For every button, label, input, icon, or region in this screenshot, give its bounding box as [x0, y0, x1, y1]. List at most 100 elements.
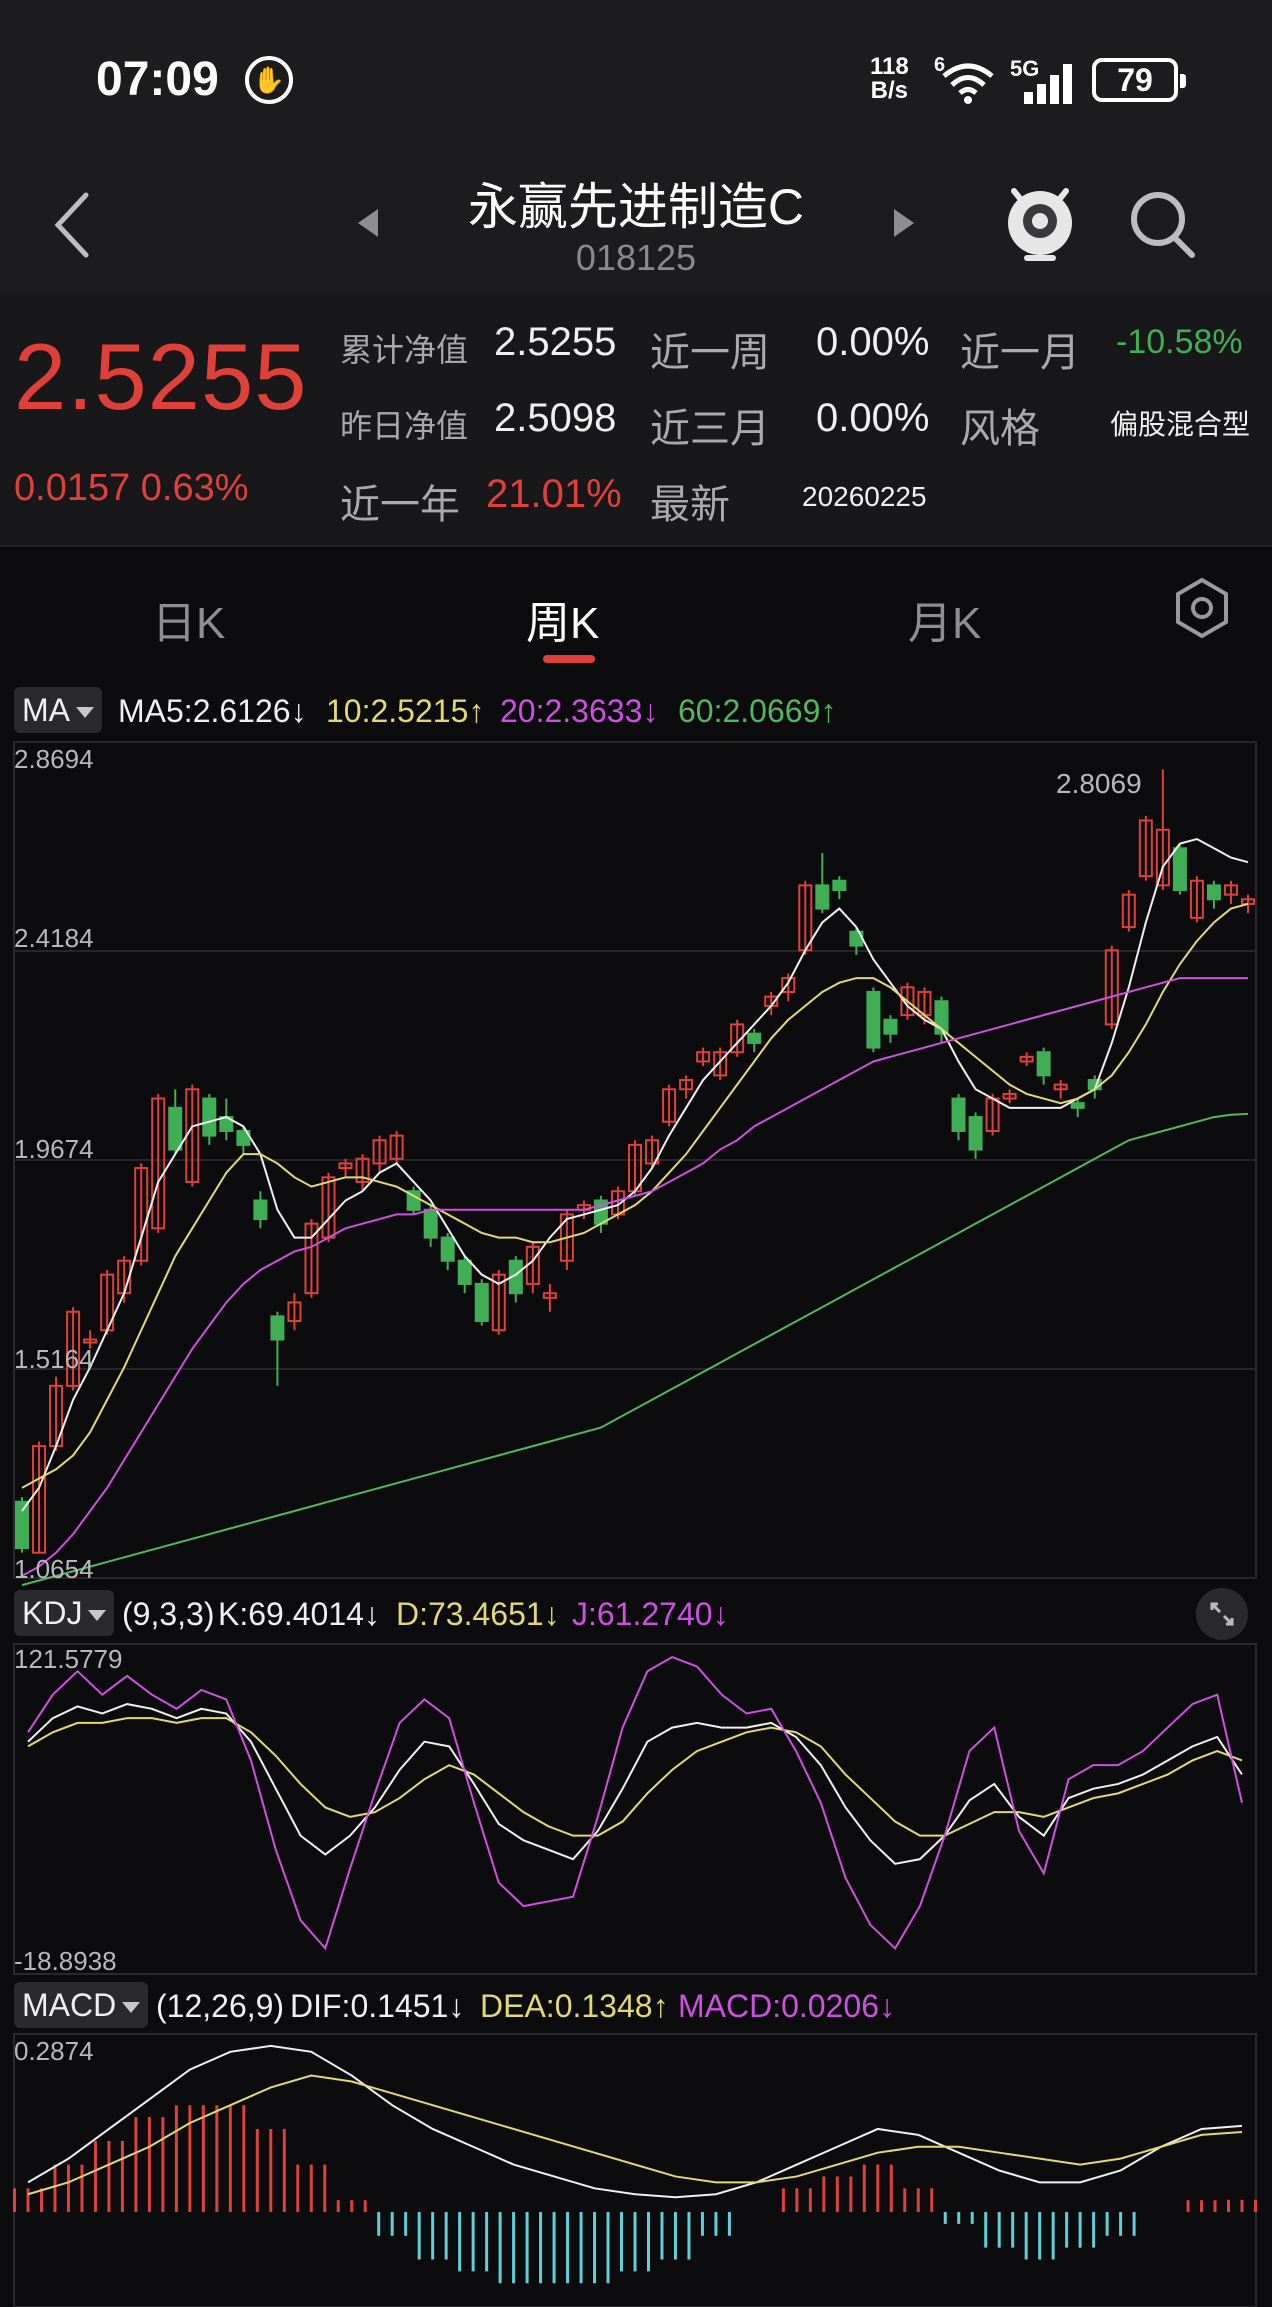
- month-value: -10.58%: [1116, 323, 1243, 361]
- candlestick-chart[interactable]: [0, 740, 1272, 1587]
- tab-week-k[interactable]: 周K: [526, 587, 599, 651]
- ma-selector[interactable]: MA: [14, 687, 102, 733]
- month-label: 近一月: [960, 331, 1080, 375]
- hand-icon: ✋: [245, 56, 293, 104]
- candle-body: [440, 1236, 455, 1262]
- candle-body: [253, 1199, 268, 1221]
- kdj-k-value: K:69.4014↓: [218, 1596, 380, 1632]
- candle-body: [1070, 1102, 1085, 1109]
- prev-nav-label: 昨日净值: [340, 408, 469, 444]
- ma10-value: 10:2.5215↑: [326, 693, 485, 729]
- signal-icon: [1024, 64, 1072, 104]
- quarter-label: 近三月: [650, 407, 770, 451]
- latest-date: 20260225: [802, 481, 927, 512]
- macd-value: MACD:0.0206↓: [678, 1988, 895, 2024]
- tab-month-k[interactable]: 月K: [908, 587, 981, 651]
- chart-frame: [13, 1643, 1257, 1975]
- peak-price-label: 2.8069: [1056, 768, 1142, 799]
- fund-title: 永赢先进制造C: [467, 179, 805, 235]
- ma20-value: 20:2.3633↓: [500, 693, 659, 729]
- macd-line-dif: [27, 2044, 1243, 2199]
- candle-body: [1206, 884, 1221, 901]
- candle-body: [951, 1097, 966, 1132]
- nav-change: 0.0157 0.63%: [14, 467, 249, 510]
- ma-selector-label: MA: [22, 692, 70, 728]
- macd-line-dea: [27, 2074, 1243, 2196]
- ma-header: MA MA5:2.6126↓ 10:2.5215↑ 20:2.3633↓ 60:…: [0, 683, 1272, 739]
- latest-label: 最新: [650, 483, 730, 527]
- cum-nav-label: 累计净值: [340, 332, 469, 368]
- kdj-j-value: J:61.2740↓: [572, 1596, 729, 1632]
- price-axis-tick: 2.8694: [14, 744, 94, 774]
- nav-change-value: 0.0157: [14, 467, 131, 509]
- nav-change-pct: 0.63%: [140, 467, 249, 509]
- battery-icon: 79: [1092, 58, 1186, 102]
- price-axis-tick: 1.5164: [14, 1344, 94, 1374]
- kdj-selector-label: KDJ: [22, 1595, 83, 1631]
- net-speed: 118 B/s: [870, 55, 909, 103]
- kdj-header: KDJ (9,3,3) K:69.4014↓ D:73.4651↓ J:61.2…: [0, 1586, 1272, 1642]
- macd-selector[interactable]: MACD: [14, 1982, 149, 2028]
- nav-bar: 永赢先进制造C 018125: [0, 155, 1272, 295]
- ma5-value: MA5:2.6126↓: [118, 693, 307, 729]
- macd-header: MACD (12,26,9) DIF:0.1451↓ DEA:0.1348↑ M…: [0, 1978, 1272, 2034]
- kline-tabs: 日K 周K 月K: [0, 545, 1272, 675]
- chevron-down-icon: [122, 2002, 141, 2014]
- expand-icon[interactable]: [1196, 1588, 1248, 1640]
- kdj-params: (9,3,3): [122, 1596, 215, 1632]
- current-nav: 2.5255: [14, 324, 308, 429]
- candle-body: [474, 1282, 489, 1322]
- kdj-line-k: [27, 1703, 1243, 1865]
- quarter-value: 0.00%: [816, 396, 930, 440]
- next-fund-icon[interactable]: [890, 205, 920, 241]
- kdj-line-j: [27, 1656, 1243, 1951]
- kdj-axis-top: 121.5779: [14, 1644, 123, 1674]
- macd-axis-top: 0.2874: [14, 2036, 94, 2066]
- price-axis-tick: 1.9674: [14, 1134, 94, 1164]
- style-label: 风格: [960, 407, 1040, 451]
- chart-settings-icon[interactable]: [1172, 575, 1232, 641]
- candle-body: [1036, 1051, 1051, 1077]
- search-icon[interactable]: [1126, 185, 1198, 261]
- quote-panel: 2.5255 0.0157 0.63% 累计净值 2.5255 近一周 0.00…: [0, 295, 1272, 545]
- net-speed-value: 118: [870, 53, 909, 80]
- candle-body: [15, 1500, 29, 1550]
- macd-dif-value: DIF:0.1451↓: [290, 1988, 465, 2024]
- macd-chart: [13, 2033, 1257, 2307]
- macd-params: (12,26,9): [156, 1988, 285, 2024]
- candle-body: [168, 1106, 183, 1151]
- candle-body: [423, 1208, 438, 1239]
- kdj-line-d: [27, 1717, 1243, 1837]
- robot-assistant-icon[interactable]: [1000, 177, 1080, 263]
- cum-nav-value: 2.5255: [494, 320, 617, 364]
- candle-body: [270, 1315, 285, 1341]
- candle-body: [832, 879, 847, 892]
- candle-body: [202, 1097, 217, 1137]
- ma60-value: 60:2.0669↑: [678, 693, 837, 729]
- macd-dea-value: DEA:0.1348↑: [480, 1988, 669, 2024]
- wifi-badge: 6: [934, 54, 946, 76]
- net-speed-unit: B/s: [870, 77, 909, 104]
- prev-nav-value: 2.5098: [494, 396, 617, 440]
- chevron-down-icon: [88, 1610, 107, 1622]
- ma-line-ma20: [21, 977, 1248, 1577]
- candle-body: [883, 1018, 898, 1035]
- candle-body: [968, 1116, 983, 1151]
- year-value: 21.01%: [486, 472, 622, 516]
- kdj-selector[interactable]: KDJ: [14, 1590, 115, 1636]
- week-label: 近一周: [650, 331, 770, 375]
- fund-code: 018125: [575, 237, 697, 278]
- year-label: 近一年: [340, 483, 460, 527]
- tab-day-k[interactable]: 日K: [152, 587, 225, 651]
- candle-body: [747, 1032, 762, 1044]
- active-tab-indicator: [543, 655, 595, 663]
- wifi-icon: [942, 63, 994, 104]
- price-axis-tick: 2.4184: [14, 923, 94, 953]
- status-bar: 07:09 ✋ 118 B/s 6 5G 79: [0, 0, 1272, 155]
- style-value: 偏股混合型: [1110, 409, 1251, 440]
- candle-body: [1172, 847, 1187, 892]
- price-axis-tick: 1.0654: [14, 1554, 94, 1584]
- candle-body: [815, 884, 830, 910]
- status-time: 07:09: [96, 53, 219, 106]
- candle-body: [457, 1259, 472, 1285]
